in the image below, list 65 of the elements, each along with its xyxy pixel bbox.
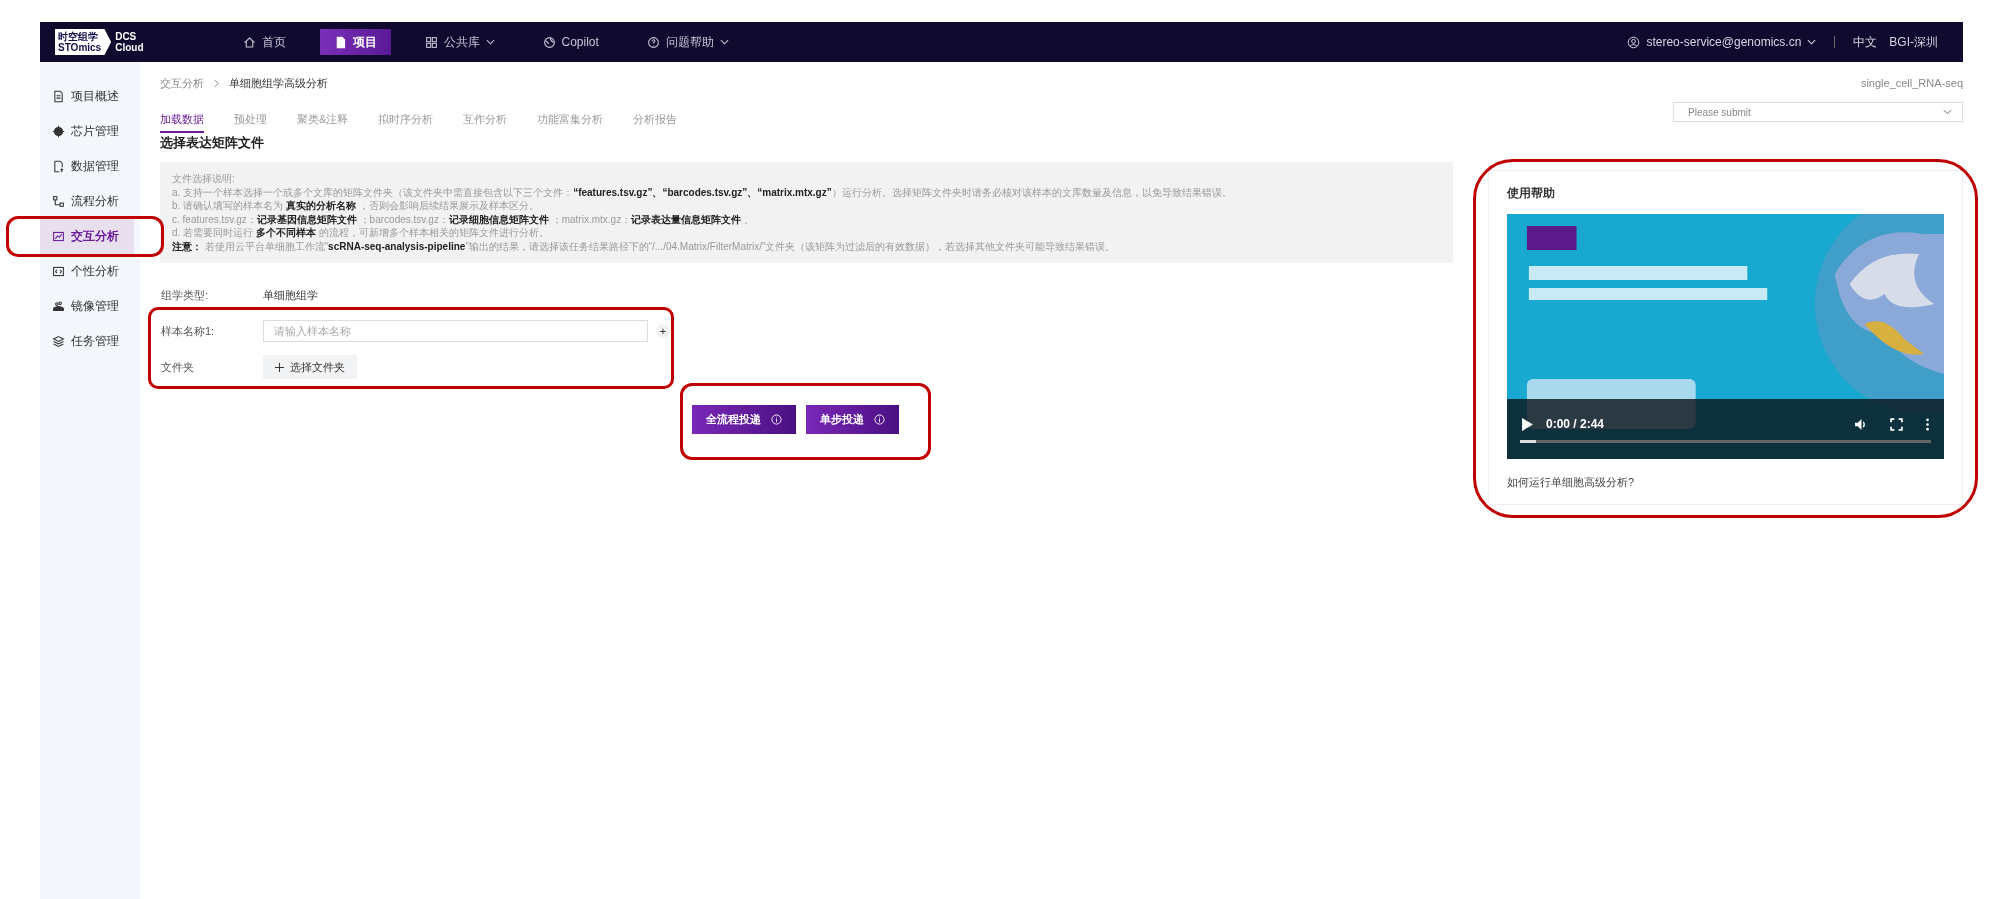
field-label: 样本名称1: bbox=[160, 323, 216, 339]
chip-icon bbox=[52, 125, 65, 138]
sidebar-item[interactable]: 数据管理 bbox=[40, 149, 134, 184]
help-link[interactable]: 如何运行单细胞高级分析? bbox=[1507, 475, 1944, 490]
nav-item[interactable]: 项目 bbox=[319, 29, 391, 55]
breadcrumb-item[interactable]: 交互分析 bbox=[160, 75, 204, 91]
sidebar-item[interactable]: 个性分析 bbox=[40, 254, 134, 289]
layers-icon bbox=[52, 335, 65, 348]
home-icon bbox=[242, 35, 256, 49]
video-progress[interactable] bbox=[1520, 440, 1931, 443]
sidebar-item[interactable]: 镜像管理 bbox=[40, 289, 134, 324]
chevron-icon bbox=[214, 78, 219, 88]
user-icon bbox=[1627, 35, 1641, 49]
sidebar-item[interactable]: 芯片管理 bbox=[40, 114, 134, 149]
submit-button[interactable]: 单步投递 bbox=[806, 405, 899, 434]
instruction-text: d. 若需要同时运行 多个不同样本 的流程，可新增多个样本相关的矩阵文件进行分析。 bbox=[172, 226, 550, 240]
instruction-text: b. 请确认填写的样本名为 真实的分析名称 ，否则会影响后续结果展示及样本区分。 bbox=[172, 199, 540, 213]
nav-item[interactable]: 问题帮助 bbox=[632, 29, 743, 55]
caret-icon bbox=[1807, 39, 1817, 45]
add-button[interactable]: + bbox=[656, 324, 670, 338]
pipeline-name: single_cell_RNA-seq bbox=[1860, 77, 1963, 89]
sample-name-field[interactable]: 请输入样本名称 bbox=[263, 320, 648, 342]
plus-icon bbox=[275, 362, 284, 372]
submit-select[interactable]: Please submit bbox=[1673, 102, 1963, 122]
video-time: 0:00 / 2:44 bbox=[1546, 417, 1605, 431]
file-upload-icon bbox=[52, 160, 65, 173]
field-label: 组学类型: bbox=[160, 287, 210, 303]
nav-item[interactable]: 首页 bbox=[228, 29, 300, 55]
volume-icon[interactable] bbox=[1855, 417, 1868, 431]
submit-button[interactable]: 全流程投递 bbox=[692, 405, 796, 434]
region-link[interactable]: BGI-深圳 bbox=[1889, 33, 1938, 51]
globe-icon bbox=[542, 35, 556, 49]
breadcrumb-item[interactable]: 单细胞组学高级分析 bbox=[229, 75, 328, 91]
sidebar-item[interactable]: 项目概述 bbox=[40, 79, 134, 114]
instruction-text: 注意： 若使用云平台单细胞工作流“scRNA-seq-analysis-pipeline”输出的结果，请选择该任务结果路径下的“/.../04.Matrix/FilterMatrix/”文件夹（该矩阵为过滤后的有效数据），若选择其他文件夹可能导致结果错误。 bbox=[172, 239, 1117, 253]
more-icon[interactable] bbox=[1925, 417, 1930, 431]
user-menu[interactable]: stereo-service@genomics.cn bbox=[1627, 35, 1817, 49]
caret-icon bbox=[1943, 109, 1952, 115]
tab[interactable]: 加载数据 bbox=[160, 105, 204, 133]
document-icon bbox=[52, 90, 65, 103]
field-value: 单细胞组学 bbox=[263, 287, 318, 303]
caret-icon bbox=[719, 39, 729, 45]
caret-icon bbox=[485, 39, 495, 45]
code-icon bbox=[52, 265, 65, 278]
play-icon[interactable] bbox=[1521, 417, 1534, 431]
info-icon bbox=[771, 414, 782, 425]
fullscreen-icon[interactable] bbox=[1890, 417, 1903, 431]
instruction-text: 文件选择说明: bbox=[172, 172, 236, 186]
help-icon bbox=[646, 35, 660, 49]
language-link[interactable]: 中文 bbox=[1853, 33, 1878, 51]
select-folder-button[interactable]: 选择文件夹 bbox=[263, 355, 357, 379]
section-title: 选择表达矩阵文件 bbox=[160, 134, 265, 152]
nav-item[interactable]: 公共库 bbox=[410, 29, 509, 55]
chart-icon bbox=[52, 230, 65, 243]
field-label: 文件夹 bbox=[160, 359, 195, 375]
sidebar-item[interactable]: 交互分析 bbox=[40, 219, 134, 254]
grid-icon bbox=[424, 35, 438, 49]
sidebar-item[interactable]: 任务管理 bbox=[40, 324, 134, 359]
image-icon bbox=[52, 300, 65, 313]
flow-icon bbox=[52, 195, 65, 208]
info-icon bbox=[874, 414, 885, 425]
sidebar-item[interactable]: 流程分析 bbox=[40, 184, 134, 219]
instruction-text: c. features.tsv.gz：记录基因信息矩阵文件 ；barcodes.tsv.gz：记录细胞信息矩阵文件 ；matrix.mtx.gz：记录表达量信息矩阵文件 。 bbox=[172, 212, 755, 226]
help-title: 使用帮助 bbox=[1507, 185, 1556, 202]
nav-item[interactable]: Copilot bbox=[528, 29, 613, 55]
